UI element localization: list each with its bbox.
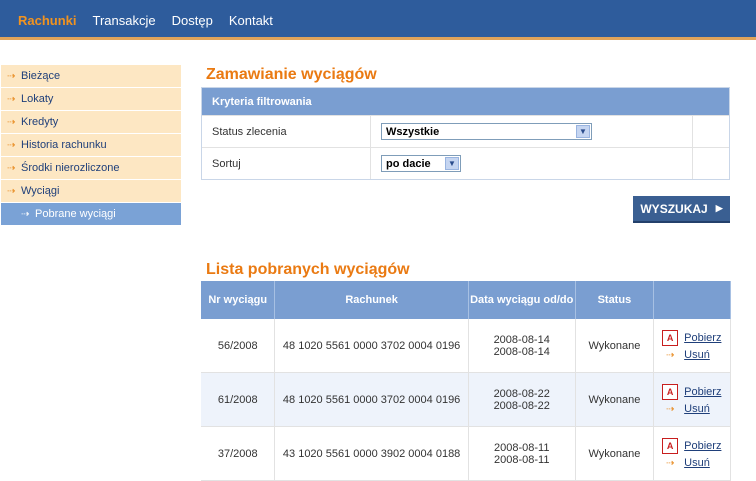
delete-link[interactable]: Usuń [684, 403, 710, 415]
sort-label: Sortuj [202, 148, 371, 179]
sidebar-item-label: Wyciągi [21, 185, 60, 197]
filter-panel: Kryteria filtrowania Status zlecenia Wsz… [201, 87, 730, 180]
date-from: 2008-08-11 [493, 441, 550, 454]
nav-rachunki[interactable]: Rachunki [18, 13, 77, 28]
top-navigation-bar: Rachunki Transakcje Dostęp Kontakt [0, 0, 756, 40]
arrow-right-icon: ⇢ [21, 208, 30, 220]
pdf-icon[interactable]: A [662, 330, 679, 346]
col-actions [653, 281, 731, 319]
search-button-label: WYSZUKAJ [640, 201, 708, 216]
sidebar-item-wyciagi[interactable]: ⇢ Wyciągi [1, 180, 181, 203]
sidebar-item-label: Pobrane wyciągi [35, 208, 116, 220]
date-to: 2008-08-22 [493, 399, 550, 412]
cell-date: 2008-08-14 2008-08-14 [468, 319, 576, 373]
nav-dostep[interactable]: Dostęp [172, 13, 213, 28]
nav-kontakt[interactable]: Kontakt [229, 13, 273, 28]
cell-account: 48 1020 5561 0000 3702 0004 0196 [274, 319, 469, 373]
date-to: 2008-08-14 [493, 345, 550, 358]
sidebar-item-label: Środki nierozliczone [21, 162, 120, 174]
sidebar-item-label: Lokaty [21, 93, 54, 105]
status-select[interactable]: Wszystkie ▼ [381, 123, 592, 140]
sidebar-item-label: Kredyty [21, 116, 59, 128]
search-button[interactable]: WYSZUKAJ ▶ [633, 196, 730, 223]
cell-status: Wykonane [575, 372, 655, 427]
cell-date: 2008-08-22 2008-08-22 [468, 372, 576, 427]
col-nr: Nr wyciągu [201, 281, 276, 319]
main-menu: Rachunki Transakcje Dostęp Kontakt [18, 13, 289, 28]
arrow-right-icon: ⇢ [665, 457, 675, 469]
pdf-icon[interactable]: A [662, 384, 679, 400]
statements-table: Nr wyciągu Rachunek Data wyciągu od/do S… [201, 281, 731, 481]
date-to: 2008-08-11 [493, 453, 550, 466]
col-rachunek: Rachunek [274, 281, 469, 319]
sidebar-item-historia[interactable]: ⇢ Historia rachunku [1, 134, 181, 157]
cell-nr: 61/2008 [201, 372, 276, 427]
download-link[interactable]: Pobierz [684, 440, 721, 452]
table-row: 37/2008 43 1020 5561 0000 3902 0004 0188… [201, 426, 731, 481]
filter-header: Kryteria filtrowania [202, 88, 729, 115]
cell-date: 2008-08-11 2008-08-11 [468, 426, 576, 481]
download-link[interactable]: Pobierz [684, 386, 721, 398]
date-from: 2008-08-22 [493, 387, 550, 400]
list-section-title: Lista pobranych wyciągów [206, 261, 410, 278]
pdf-icon[interactable]: A [662, 438, 679, 454]
nav-transakcje[interactable]: Transakcje [93, 13, 156, 28]
arrow-right-icon: ⇢ [7, 70, 16, 82]
chevron-right-icon: ▶ [715, 203, 723, 213]
sort-select[interactable]: po dacie ▼ [381, 155, 461, 172]
date-from: 2008-08-14 [493, 333, 550, 346]
cell-account: 48 1020 5561 0000 3702 0004 0196 [274, 372, 469, 427]
sidebar-subitem-pobrane[interactable]: ⇢ Pobrane wyciągi [1, 203, 181, 226]
status-label: Status zlecenia [202, 116, 371, 147]
download-link[interactable]: Pobierz [684, 332, 721, 344]
sidebar: ⇢ Bieżące ⇢ Lokaty ⇢ Kredyty ⇢ Historia rach… [1, 65, 181, 226]
arrow-right-icon: ⇢ [7, 116, 16, 128]
sort-cell: po dacie ▼ [371, 148, 693, 179]
delete-link[interactable]: Usuń [684, 349, 710, 361]
cell-status: Wykonane [575, 426, 655, 481]
col-status: Status [575, 281, 655, 319]
arrow-right-icon: ⇢ [7, 139, 16, 151]
delete-link[interactable]: Usuń [684, 457, 710, 469]
cell-actions: A Pobierz ⇢ Usuń [653, 426, 731, 481]
arrow-right-icon: ⇢ [7, 162, 16, 174]
sort-selected-value: po dacie [386, 157, 431, 170]
cell-nr: 37/2008 [201, 426, 276, 481]
arrow-right-icon: ⇢ [665, 349, 675, 361]
cell-status: Wykonane [575, 319, 655, 373]
arrow-right-icon: ⇢ [7, 185, 16, 197]
chevron-down-icon[interactable]: ▼ [576, 125, 590, 138]
cell-nr: 56/2008 [201, 319, 276, 373]
cell-actions: A Pobierz ⇢ Usuń [653, 372, 731, 427]
sidebar-item-label: Bieżące [21, 70, 61, 82]
arrow-right-icon: ⇢ [7, 93, 16, 105]
table-header-row: Nr wyciągu Rachunek Data wyciągu od/do S… [201, 281, 731, 319]
sidebar-item-srodki[interactable]: ⇢ Środki nierozliczone [1, 157, 181, 180]
col-data: Data wyciągu od/do [468, 281, 576, 319]
cell-account: 43 1020 5561 0000 3902 0004 0188 [274, 426, 469, 481]
chevron-down-icon[interactable]: ▼ [445, 157, 459, 170]
sidebar-item-biezace[interactable]: ⇢ Bieżące [1, 65, 181, 88]
table-row: 56/2008 48 1020 5561 0000 3702 0004 0196… [201, 319, 731, 373]
sort-row: Sortuj po dacie ▼ [202, 147, 729, 179]
status-row: Status zlecenia Wszystkie ▼ [202, 115, 729, 147]
order-section-title: Zamawianie wyciągów [206, 66, 377, 83]
sidebar-item-kredyty[interactable]: ⇢ Kredyty [1, 111, 181, 134]
sidebar-item-lokaty[interactable]: ⇢ Lokaty [1, 88, 181, 111]
cell-actions: A Pobierz ⇢ Usuń [653, 319, 731, 373]
sidebar-item-label: Historia rachunku [21, 139, 107, 151]
arrow-right-icon: ⇢ [665, 403, 675, 415]
table-row: 61/2008 48 1020 5561 0000 3702 0004 0196… [201, 372, 731, 427]
status-selected-value: Wszystkie [386, 125, 440, 138]
status-cell: Wszystkie ▼ [371, 116, 693, 147]
